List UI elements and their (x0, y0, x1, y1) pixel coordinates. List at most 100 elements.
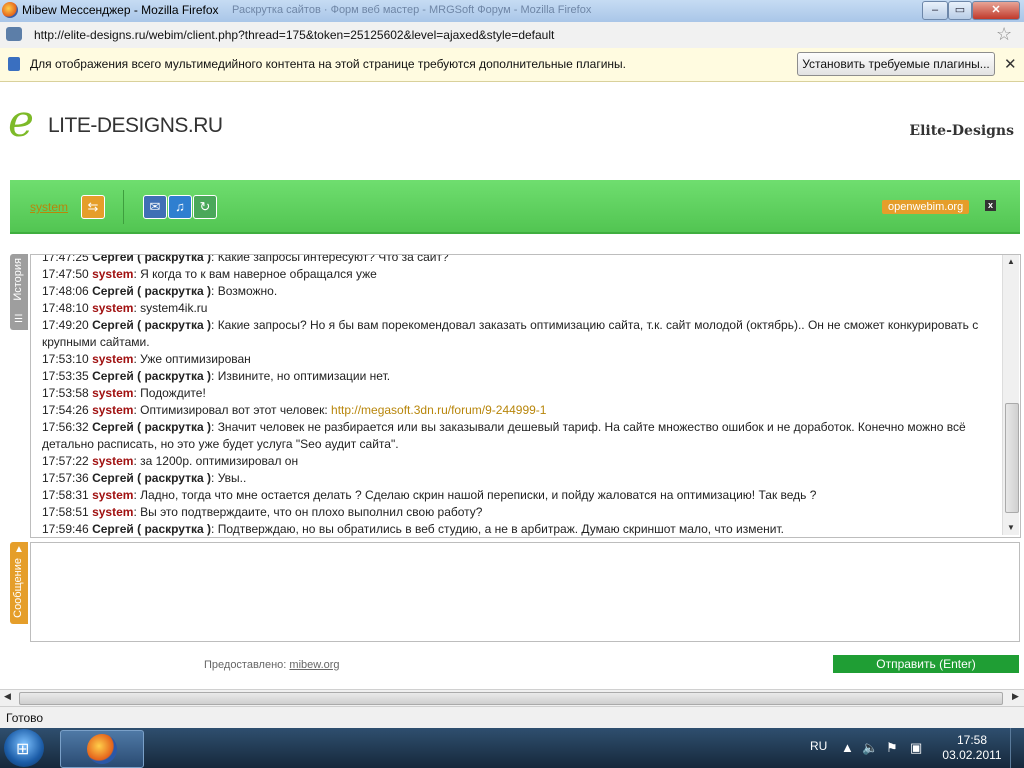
horizontal-scroll-thumb[interactable] (19, 692, 1003, 705)
clock-time: 17:58 (956, 733, 988, 747)
scroll-up-icon[interactable]: ▲ (1003, 255, 1019, 269)
chat-message: 17:47:25 Сергей ( раскрутка ): Какие зап… (42, 254, 998, 266)
message-text: Увы.. (217, 471, 247, 485)
firefox-icon (2, 2, 18, 18)
windows-logo-icon: ⊞ (16, 741, 30, 758)
site-identity-icon[interactable] (6, 27, 22, 41)
powered-by: Предоставлено: mibew.org (204, 659, 340, 671)
url-text[interactable]: http://elite-designs.ru/webim/client.php… (34, 28, 554, 42)
change-name-icon[interactable]: ⇆ (81, 195, 105, 219)
plugin-icon (8, 57, 20, 71)
clock-date: 03.02.2011 (942, 748, 1002, 762)
sound-toggle-icon[interactable]: ♫ (168, 195, 192, 219)
message-time: 17:53:10 (42, 352, 89, 366)
site-name: Elite-Designs (909, 123, 1014, 139)
scroll-thumb[interactable] (1005, 403, 1019, 513)
start-button[interactable]: ⊞ (4, 729, 44, 767)
language-indicator[interactable]: RU (810, 739, 827, 753)
chat-message: 17:57:22 system: за 1200р. оптимизировал… (42, 454, 299, 468)
chat-scrollbar[interactable]: ▲ ▼ (1002, 255, 1019, 535)
message-link[interactable]: http://megasoft.3dn.ru/forum/9-244999-1 (331, 403, 546, 417)
toolbar-divider (123, 190, 124, 224)
chat-message: 17:56:32 Сергей ( раскрутка ): Значит че… (42, 420, 966, 451)
close-plugin-bar-icon[interactable]: ✕ (1004, 55, 1017, 73)
taskbar-firefox-button[interactable] (60, 730, 144, 768)
message-author: system (92, 386, 134, 400)
close-window-button[interactable]: ✕ (972, 1, 1020, 20)
refresh-icon[interactable]: ↻ (193, 195, 217, 219)
install-plugins-button[interactable]: Установить требуемые плагины... (797, 52, 995, 76)
message-text: Возможно. (217, 284, 278, 298)
window-title-ghost: Раскрутка сайтов · Форм веб мастер - MRG… (232, 4, 592, 16)
message-time: 17:56:32 (42, 420, 89, 434)
message-author: system (92, 505, 134, 519)
logo-mark: e (8, 96, 35, 147)
message-author: Сергей ( раскрутка ) (92, 471, 212, 485)
show-hidden-icons-icon[interactable]: ▲ (841, 740, 854, 755)
tab-message[interactable]: ▲ Сообщение (10, 542, 28, 624)
horizontal-scrollbar[interactable]: ◀ ▶ (0, 689, 1024, 707)
openwebim-link[interactable]: openwebim.org (882, 200, 970, 214)
site-logo[interactable]: e LITE-DESIGNS.RU (8, 96, 223, 148)
chat-message: 17:57:36 Сергей ( раскрутка ): Увы.. (42, 471, 247, 485)
clock[interactable]: 17:58 03.02.2011 (940, 733, 1004, 763)
tab-history-label: История (12, 258, 24, 301)
message-time: 17:47:50 (42, 267, 89, 281)
volume-icon[interactable]: 🔈 (862, 740, 878, 756)
message-time: 17:58:31 (42, 488, 89, 502)
message-time: 17:47:25 (42, 254, 89, 264)
message-text: Подтверждаю, но вы обратились в веб студ… (217, 522, 785, 536)
history-handle-icon: ☰ (14, 314, 23, 325)
message-text: Ладно, тогда что мне остается делать ? С… (140, 488, 817, 502)
firefox-taskbar-icon (87, 734, 117, 764)
user-name-link[interactable]: system (30, 200, 68, 214)
mail-history-icon[interactable]: ✉ (143, 195, 167, 219)
action-center-flag-icon[interactable]: ⚑ (886, 740, 898, 756)
message-text: Оптимизировал вот этот человек: (140, 403, 332, 417)
message-text: Подождите! (140, 386, 206, 400)
message-text: system4ik.ru (140, 301, 208, 315)
chat-history-panel: 17:47:25 Сергей ( раскрутка ): Какие зап… (30, 254, 1021, 538)
chat-message: 17:58:51 system: Вы это подтверждаите, ч… (42, 505, 483, 519)
chat-messages: 17:47:25 Сергей ( раскрутка ): Какие зап… (42, 254, 998, 537)
message-author: system (92, 267, 134, 281)
message-text: Вы это подтверждаите, что он плохо выпол… (140, 505, 483, 519)
scroll-down-icon[interactable]: ▼ (1003, 521, 1019, 535)
maximize-button[interactable]: ▭ (948, 1, 972, 20)
chat-message: 17:47:50 system: Я когда то к вам наверн… (42, 267, 377, 281)
scroll-right-icon[interactable]: ▶ (1012, 691, 1019, 702)
scroll-left-icon[interactable]: ◀ (4, 691, 11, 702)
message-text: Извините, но оптимизации нет. (217, 369, 391, 383)
status-bar: Готово (0, 706, 1024, 729)
message-author: Сергей ( раскрутка ) (92, 369, 212, 383)
message-text: Какие запросы интересуют? Что за сайт? (217, 254, 449, 264)
message-text: за 1200р. оптимизировал он (140, 454, 299, 468)
message-input[interactable] (30, 542, 1020, 642)
tab-history[interactable]: История ☰ (10, 254, 28, 330)
message-text: Уже оптимизирован (140, 352, 251, 366)
message-time: 17:59:46 (42, 522, 89, 536)
bookmark-star-icon[interactable]: ☆ (996, 24, 1012, 45)
message-author: Сергей ( раскрутка ) (92, 420, 212, 434)
status-text: Готово (6, 711, 44, 725)
mibew-link[interactable]: mibew.org (289, 659, 339, 671)
close-chat-icon[interactable]: x (985, 200, 996, 211)
message-author: system (92, 454, 134, 468)
message-author: Сергей ( раскрутка ) (92, 318, 212, 332)
chat-message: 17:48:06 Сергей ( раскрутка ): Возможно. (42, 284, 278, 298)
url-bar[interactable]: http://elite-designs.ru/webim/client.php… (0, 22, 1024, 49)
chat-message: 17:53:58 system: Подождите! (42, 386, 206, 400)
message-time: 17:53:58 (42, 386, 89, 400)
chat-message: 17:58:31 system: Ладно, тогда что мне ос… (42, 488, 817, 502)
message-author: Сергей ( раскрутка ) (92, 284, 212, 298)
message-author: Сергей ( раскрутка ) (92, 254, 212, 264)
message-author: system (92, 352, 134, 366)
message-text: Я когда то к вам наверное обращался уже (140, 267, 377, 281)
message-author: Сергей ( раскрутка ) (92, 522, 212, 536)
show-desktop-button[interactable] (1010, 728, 1024, 768)
send-button[interactable]: Отправить (Enter) (833, 655, 1019, 673)
logo-text: LITE-DESIGNS.RU (48, 114, 223, 137)
network-icon[interactable]: ▣ (910, 740, 922, 756)
message-time: 17:49:20 (42, 318, 89, 332)
minimize-button[interactable]: ‒ (922, 1, 948, 20)
